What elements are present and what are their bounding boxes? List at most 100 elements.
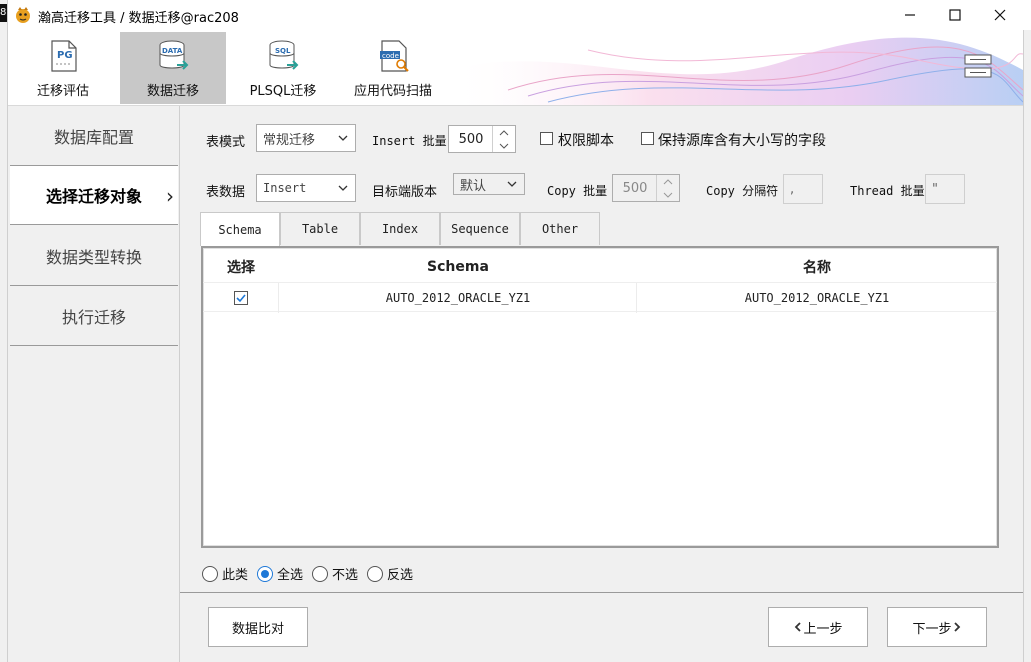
- chevron-left-icon: [795, 622, 802, 632]
- svg-text:SQL: SQL: [275, 47, 291, 55]
- copy-batch-stepper[interactable]: 500: [612, 174, 680, 202]
- sidebar-item-db-config[interactable]: 数据库配置: [10, 106, 178, 166]
- table-data-select[interactable]: Insert: [256, 174, 356, 202]
- tool-label: PLSQL迁移: [249, 84, 317, 99]
- tool-code-scan[interactable]: code 应用代码扫描: [340, 32, 446, 104]
- copy-batch-label: Copy 批量: [547, 184, 608, 198]
- tab-index[interactable]: Index: [360, 212, 440, 245]
- column-header-schema: Schema: [427, 259, 489, 275]
- spin-buttons[interactable]: [656, 175, 679, 201]
- copy-batch-value: 500: [622, 180, 648, 196]
- thread-batch-label: Thread 批量: [850, 184, 925, 198]
- sidebar-item-execute[interactable]: 执行迁移: [10, 286, 178, 346]
- sidebar-item-label: 执行迁移: [61, 307, 126, 327]
- tool-label: 迁移评估: [36, 84, 89, 99]
- tool-label: 数据迁移: [146, 84, 199, 99]
- radio-select-all[interactable]: 全选: [257, 564, 303, 583]
- radio-circle-selected[interactable]: [257, 565, 273, 582]
- tool-data-migration[interactable]: DATA 数据迁移: [120, 32, 226, 104]
- data-database-icon: DATA: [159, 40, 189, 70]
- permission-script-label: 权限脚本: [558, 133, 614, 149]
- tab-table[interactable]: Table: [280, 212, 360, 245]
- copy-delimiter-input[interactable]: ,: [783, 174, 823, 204]
- schema-cell: AUTO_2012_ORACLE_YZ1: [385, 291, 531, 305]
- insert-batch-label: Insert 批量: [372, 134, 447, 148]
- data-compare-button[interactable]: 数据比对: [208, 607, 308, 647]
- chevron-up-icon: [499, 129, 509, 135]
- svg-text:DATA: DATA: [162, 47, 183, 55]
- prev-step-button[interactable]: 上一步: [768, 607, 868, 647]
- target-version-select[interactable]: 默认: [453, 173, 525, 195]
- main-panel: 表模式 常规迁移 Insert 批量 500 权限脚本 保持源库含有大小写的字段…: [180, 106, 1023, 592]
- checkbox-checked-icon[interactable]: [234, 291, 248, 305]
- chevron-down-icon: [338, 135, 348, 141]
- target-version-value: 默认: [460, 178, 487, 194]
- radio-this-type[interactable]: 此类: [202, 564, 248, 583]
- menu-icon[interactable]: [963, 52, 993, 80]
- target-version-label: 目标端版本: [372, 185, 438, 200]
- permission-script-checkbox[interactable]: [540, 132, 553, 145]
- radio-label: 此类: [222, 568, 249, 583]
- radio-circle[interactable]: [312, 565, 328, 582]
- radio-invert[interactable]: 反选: [367, 564, 413, 583]
- spin-buttons[interactable]: [492, 126, 515, 152]
- radio-circle[interactable]: [202, 565, 218, 582]
- minimize-icon: [905, 14, 915, 16]
- insert-batch-value: 500: [458, 131, 484, 147]
- column-header-select: 选择: [227, 260, 255, 276]
- insert-batch-stepper[interactable]: 500: [448, 125, 516, 153]
- decorative-ribbon: [448, 37, 1023, 105]
- app-logo-icon: [16, 7, 30, 23]
- sidebar-item-type-convert[interactable]: 数据类型转换: [10, 226, 178, 286]
- next-step-label: 下一步: [912, 621, 952, 637]
- sidebar-item-label: 数据类型转换: [45, 247, 142, 267]
- radio-circle[interactable]: [367, 565, 383, 582]
- svg-text:PG: PG: [57, 50, 73, 61]
- sidebar: 数据库配置 选择迁移对象 › 数据类型转换 执行迁移: [8, 106, 180, 662]
- table-mode-label: 表模式: [206, 135, 246, 150]
- close-icon: [994, 9, 1006, 21]
- tab-schema[interactable]: Schema: [200, 212, 280, 246]
- column-header-name: 名称: [803, 260, 831, 276]
- maximize-icon: [949, 9, 961, 21]
- sidebar-item-select-objects[interactable]: 选择迁移对象 ›: [10, 165, 178, 225]
- table-data-value: Insert: [263, 181, 307, 195]
- keep-case-checkbox[interactable]: [641, 132, 654, 145]
- chevron-right-icon: [953, 622, 960, 632]
- tool-label: 应用代码扫描: [353, 84, 432, 99]
- radio-select-none[interactable]: 不选: [312, 564, 358, 583]
- chevron-right-icon: ›: [166, 184, 174, 208]
- next-step-button[interactable]: 下一步: [887, 607, 987, 647]
- prev-step-label: 上一步: [803, 621, 843, 637]
- row-checkbox-cell[interactable]: [203, 283, 279, 313]
- tab-other[interactable]: Other: [520, 212, 600, 245]
- chevron-down-icon: [507, 181, 517, 187]
- schema-table: 选择 Schema 名称 AUTO_2012_ORACLE_YZ1 AUTO_2…: [201, 246, 999, 548]
- sql-database-icon: SQL: [269, 40, 299, 70]
- chevron-up-icon: [663, 178, 673, 184]
- sidebar-item-label: 选择迁移对象: [45, 187, 142, 206]
- chevron-down-icon: [338, 185, 348, 191]
- pg-file-icon: PG: [51, 40, 77, 72]
- name-cell: AUTO_2012_ORACLE_YZ1: [744, 291, 890, 305]
- minimize-button[interactable]: [887, 0, 933, 30]
- radio-label: 不选: [332, 568, 359, 583]
- chevron-down-icon: [663, 192, 673, 198]
- table-row[interactable]: AUTO_2012_ORACLE_YZ1 AUTO_2012_ORACLE_YZ…: [203, 282, 997, 313]
- tool-migration-evaluate[interactable]: PG 迁移评估: [10, 32, 116, 104]
- radio-label: 全选: [277, 568, 304, 583]
- keep-case-label: 保持源库含有大小写的字段: [658, 133, 826, 149]
- background-window-strip: [0, 0, 8, 662]
- table-data-label: 表数据: [206, 185, 246, 200]
- table-mode-select[interactable]: 常规迁移: [256, 124, 356, 152]
- radio-label: 反选: [387, 568, 414, 583]
- copy-delimiter-label: Copy 分隔符: [706, 184, 779, 198]
- footer-bar: 数据比对 上一步 下一步: [180, 592, 1023, 662]
- tool-plsql-migration[interactable]: SQL PLSQL迁移: [230, 32, 336, 104]
- thread-batch-input[interactable]: ": [925, 174, 965, 204]
- tab-sequence[interactable]: Sequence: [440, 212, 520, 245]
- edge-badge: 8: [0, 4, 7, 22]
- close-button[interactable]: [977, 0, 1023, 30]
- code-scan-icon: code: [380, 40, 409, 72]
- maximize-button[interactable]: [932, 0, 978, 30]
